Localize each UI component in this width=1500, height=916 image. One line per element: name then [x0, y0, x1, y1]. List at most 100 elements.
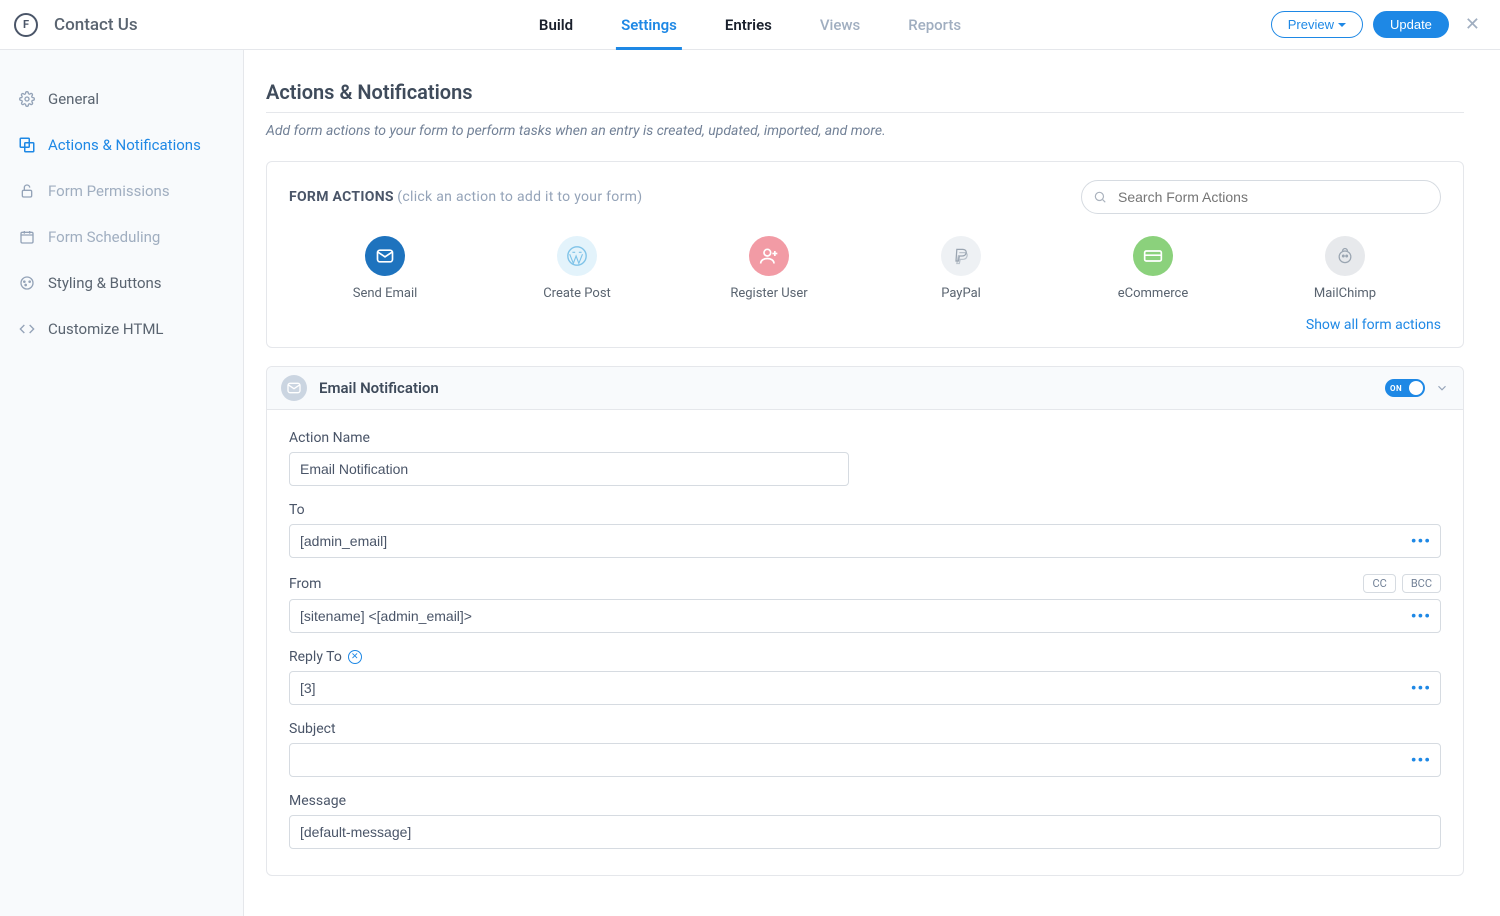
label-action-name: Action Name [289, 430, 370, 446]
panel-controls: ON [1385, 379, 1449, 397]
actions-icon [18, 136, 36, 154]
email-notification-header[interactable]: Email Notification ON [267, 367, 1463, 410]
action-label: Create Post [543, 286, 611, 301]
field-subject: Subject ••• [289, 721, 1441, 777]
field-to: To ••• [289, 502, 1441, 558]
nav-settings[interactable]: Settings [621, 0, 677, 49]
action-label: eCommerce [1118, 286, 1188, 301]
code-icon [18, 320, 36, 338]
sidebar-item-label: General [48, 90, 99, 108]
layout: General Actions & Notifications Form Per… [0, 50, 1500, 916]
remove-reply-to-icon[interactable]: ✕ [348, 650, 362, 664]
search-icon [1093, 190, 1107, 204]
search-wrap [1081, 180, 1441, 214]
topbar: F Contact Us Build Settings Entries View… [0, 0, 1500, 50]
email-notification-panel: Email Notification ON Action Name [266, 366, 1464, 876]
action-send-email[interactable]: Send Email [305, 236, 465, 301]
action-register-user[interactable]: Register User [689, 236, 849, 301]
form-actions-hint: (click an action to add it to your form) [397, 189, 642, 205]
chevron-down-icon[interactable] [1435, 381, 1449, 395]
sidebar-item-permissions[interactable]: Form Permissions [0, 168, 243, 214]
topbar-right: Preview Update ✕ [1271, 11, 1500, 38]
label-message: Message [289, 793, 346, 809]
paypal-icon [941, 236, 981, 276]
label-subject: Subject [289, 721, 336, 737]
sidebar-item-label: Actions & Notifications [48, 136, 201, 154]
search-input[interactable] [1081, 180, 1441, 214]
mailchimp-icon [1325, 236, 1365, 276]
nav-views[interactable]: Views [820, 0, 860, 49]
action-create-post[interactable]: Create Post [497, 236, 657, 301]
form-actions-header: FORM ACTIONS (click an action to add it … [289, 180, 1441, 214]
top-nav: Build Settings Entries Views Reports [539, 0, 961, 49]
sidebar-item-general[interactable]: General [0, 76, 243, 122]
preview-label: Preview [1288, 17, 1334, 32]
bcc-button[interactable]: BCC [1402, 574, 1441, 593]
field-message: Message [289, 793, 1441, 849]
page-title: Contact Us [54, 15, 138, 35]
cc-button[interactable]: CC [1363, 574, 1395, 593]
input-subject[interactable] [289, 743, 1441, 777]
divider [266, 112, 1464, 113]
action-ecommerce[interactable]: eCommerce [1073, 236, 1233, 301]
input-from[interactable] [289, 599, 1441, 633]
sidebar-item-customize[interactable]: Customize HTML [0, 306, 243, 352]
field-options-icon[interactable]: ••• [1411, 751, 1431, 770]
topbar-left: F Contact Us [0, 13, 138, 37]
caret-down-icon [1338, 23, 1346, 27]
input-to[interactable] [289, 524, 1441, 558]
sidebar-item-scheduling[interactable]: Form Scheduling [0, 214, 243, 260]
sidebar-item-actions[interactable]: Actions & Notifications [0, 122, 243, 168]
wordpress-icon [557, 236, 597, 276]
action-label: Register User [730, 286, 807, 301]
action-label: PayPal [941, 286, 981, 301]
section-subtitle: Add form actions to your form to perform… [266, 123, 1464, 139]
action-paypal[interactable]: PayPal [881, 236, 1041, 301]
close-icon[interactable]: ✕ [1459, 14, 1486, 35]
sidebar-item-label: Styling & Buttons [48, 274, 162, 292]
label-to: To [289, 502, 305, 518]
nav-build[interactable]: Build [539, 0, 573, 49]
field-options-icon[interactable]: ••• [1411, 532, 1431, 551]
toggle-switch[interactable]: ON [1385, 379, 1425, 397]
sidebar-item-label: Form Permissions [48, 182, 170, 200]
field-options-icon[interactable]: ••• [1411, 679, 1431, 698]
show-all-actions-link[interactable]: Show all form actions [289, 311, 1441, 333]
calendar-icon [18, 228, 36, 246]
preview-button[interactable]: Preview [1271, 11, 1363, 38]
field-from: From CC BCC ••• [289, 574, 1441, 633]
gear-icon [18, 90, 36, 108]
label-reply-to: Reply To ✕ [289, 649, 362, 665]
mail-icon [281, 375, 307, 401]
input-action-name[interactable] [289, 452, 849, 486]
app-logo: F [14, 13, 38, 37]
field-options-icon[interactable]: ••• [1411, 607, 1431, 626]
mail-icon [365, 236, 405, 276]
sidebar-item-label: Customize HTML [48, 320, 164, 338]
sidebar-item-styling[interactable]: Styling & Buttons [0, 260, 243, 306]
label-from: From [289, 576, 321, 592]
action-label: Send Email [353, 286, 418, 301]
field-reply-to: Reply To ✕ ••• [289, 649, 1441, 705]
toggle-knob [1409, 381, 1423, 395]
field-action-name: Action Name [289, 430, 1441, 486]
nav-reports[interactable]: Reports [908, 0, 961, 49]
email-notification-body: Action Name To ••• From CC BCC [267, 410, 1463, 875]
sidebar: General Actions & Notifications Form Per… [0, 50, 244, 916]
panel-title: Email Notification [319, 379, 439, 397]
user-plus-icon [749, 236, 789, 276]
toggle-on-label: ON [1390, 384, 1402, 393]
palette-icon [18, 274, 36, 292]
main-content: Actions & Notifications Add form actions… [244, 50, 1500, 916]
input-message[interactable] [289, 815, 1441, 849]
action-mailchimp[interactable]: MailChimp [1265, 236, 1425, 301]
action-label: MailChimp [1314, 286, 1376, 301]
form-actions-title: FORM ACTIONS [289, 189, 394, 205]
sidebar-item-label: Form Scheduling [48, 228, 160, 246]
update-button[interactable]: Update [1373, 11, 1449, 38]
lock-icon [18, 182, 36, 200]
input-reply-to[interactable] [289, 671, 1441, 705]
nav-entries[interactable]: Entries [725, 0, 772, 49]
card-icon [1133, 236, 1173, 276]
form-actions-panel: FORM ACTIONS (click an action to add it … [266, 161, 1464, 348]
